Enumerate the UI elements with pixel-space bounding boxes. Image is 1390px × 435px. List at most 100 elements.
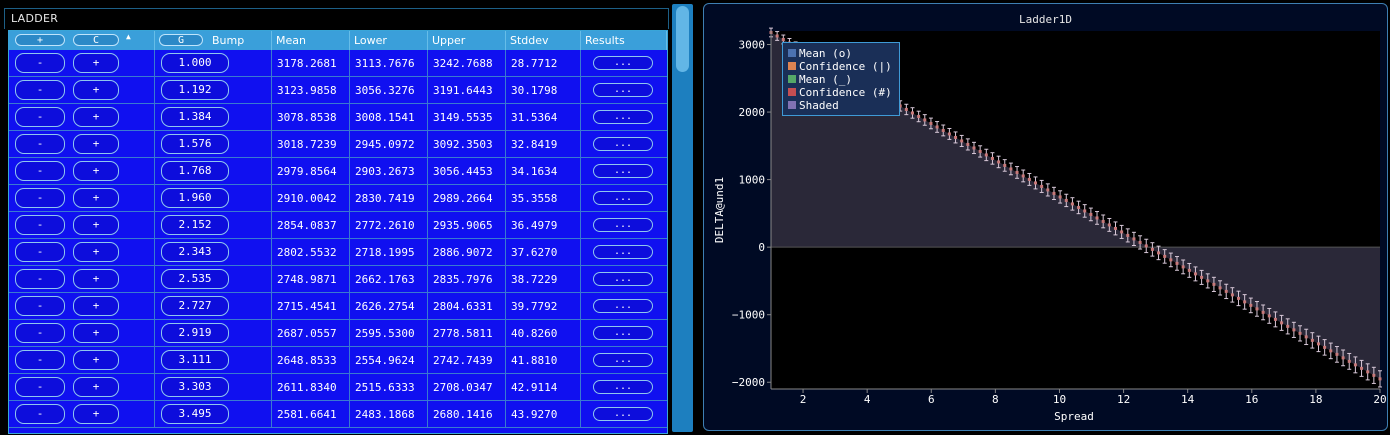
bump-input[interactable]: 3.303 <box>161 377 229 397</box>
mean-cell: 2748.9871 <box>272 266 350 293</box>
decrement-button[interactable]: - <box>15 404 65 424</box>
increment-button[interactable]: + <box>73 188 119 208</box>
bump-input[interactable]: 2.343 <box>161 242 229 262</box>
mean-marker <box>1224 289 1228 293</box>
results-button[interactable]: ... <box>593 137 653 151</box>
results-button[interactable]: ... <box>593 272 653 286</box>
header-mean[interactable]: Mean <box>272 31 350 50</box>
decrement-button[interactable]: - <box>15 242 65 262</box>
decrement-button[interactable]: - <box>15 107 65 127</box>
mean-marker <box>929 121 933 125</box>
bump-cell: 2.152 <box>155 212 272 239</box>
results-button[interactable]: ... <box>593 299 653 313</box>
legend-item[interactable]: Mean (o) <box>788 48 852 60</box>
sort-asc-icon[interactable]: ▲ <box>126 32 131 41</box>
add-all-button[interactable]: + <box>15 34 65 46</box>
bump-input[interactable]: 1.000 <box>161 53 229 73</box>
results-button[interactable]: ... <box>593 245 653 259</box>
increment-button[interactable]: + <box>73 134 119 154</box>
bump-input[interactable]: 1.576 <box>161 134 229 154</box>
clear-button[interactable]: C <box>73 34 119 46</box>
mean-marker <box>1230 293 1234 297</box>
header-results[interactable]: Results <box>581 31 667 50</box>
bump-input[interactable]: 2.727 <box>161 296 229 316</box>
decrement-button[interactable]: - <box>15 269 65 289</box>
increment-button[interactable]: + <box>73 80 119 100</box>
results-button[interactable]: ... <box>593 353 653 367</box>
decrement-button[interactable]: - <box>15 377 65 397</box>
decrement-button[interactable]: - <box>15 80 65 100</box>
header-stddev[interactable]: Stddev <box>506 31 581 50</box>
increment-button[interactable]: + <box>73 269 119 289</box>
table-row: - +2.535 2748.9871 2662.1763 2835.7976 38.722… <box>9 266 667 293</box>
header-lower[interactable]: Lower <box>350 31 428 50</box>
results-button[interactable]: ... <box>593 380 653 394</box>
decrement-button[interactable]: - <box>15 296 65 316</box>
lower-cell: 3056.3276 <box>350 77 428 104</box>
results-button[interactable]: ... <box>593 56 653 70</box>
increment-button[interactable]: + <box>73 296 119 316</box>
decrement-button[interactable]: - <box>15 215 65 235</box>
results-button[interactable]: ... <box>593 218 653 232</box>
vertical-scrollbar[interactable] <box>672 4 693 432</box>
mean-marker <box>1187 268 1191 272</box>
legend-item[interactable]: Confidence (|) <box>788 61 892 73</box>
bump-input[interactable]: 3.495 <box>161 404 229 424</box>
results-button[interactable]: ... <box>593 191 653 205</box>
mean-marker <box>1237 296 1241 300</box>
legend-item[interactable]: Confidence (#) <box>788 87 892 99</box>
header-upper[interactable]: Upper <box>428 31 506 50</box>
bump-input[interactable]: 1.192 <box>161 80 229 100</box>
stddev-value: 31.5364 <box>511 111 558 124</box>
decrement-button[interactable]: - <box>15 323 65 343</box>
bump-input[interactable]: 2.535 <box>161 269 229 289</box>
legend-item[interactable]: Mean (_) <box>788 74 852 86</box>
bump-input[interactable]: 1.384 <box>161 107 229 127</box>
decrement-button[interactable]: - <box>15 350 65 370</box>
increment-button[interactable]: + <box>73 107 119 127</box>
bump-cell: 1.960 <box>155 185 272 212</box>
decrement-button[interactable]: - <box>15 134 65 154</box>
bump-input[interactable]: 2.919 <box>161 323 229 343</box>
bump-input[interactable]: 3.111 <box>161 350 229 370</box>
legend[interactable]: Mean (o) Confidence (|) Mean (_) Confidence… <box>782 42 900 116</box>
mean-marker <box>1193 272 1197 276</box>
increment-button[interactable]: + <box>73 323 119 343</box>
scrollbar-thumb[interactable] <box>676 6 689 72</box>
decrement-button[interactable]: - <box>15 161 65 181</box>
mean-marker <box>1052 191 1056 195</box>
header-bump[interactable]: G Bump <box>155 31 272 50</box>
stddev-cell: 37.6270 <box>506 239 581 266</box>
increment-button[interactable]: + <box>73 350 119 370</box>
results-button[interactable]: ... <box>593 83 653 97</box>
bump-input[interactable]: 1.960 <box>161 188 229 208</box>
row-controls: - + <box>9 104 155 131</box>
y-tick-label: 2000 <box>739 106 766 119</box>
mean-marker <box>1126 233 1130 237</box>
legend-item[interactable]: Shaded <box>788 100 839 112</box>
decrement-button[interactable]: - <box>15 188 65 208</box>
lower-cell: 2718.1995 <box>350 239 428 266</box>
bump-input[interactable]: 1.768 <box>161 161 229 181</box>
table-row: - +1.960 2910.0042 2830.7419 2989.2664 35.355… <box>9 185 667 212</box>
mean-cell: 2802.5532 <box>272 239 350 266</box>
increment-button[interactable]: + <box>73 161 119 181</box>
results-button[interactable]: ... <box>593 326 653 340</box>
results-button[interactable]: ... <box>593 110 653 124</box>
table-row: - +2.152 2854.0837 2772.2610 2935.9065 36.497… <box>9 212 667 239</box>
increment-button[interactable]: + <box>73 377 119 397</box>
decrement-button[interactable]: - <box>15 53 65 73</box>
upper-value: 3191.6443 <box>433 84 493 97</box>
generate-button[interactable]: G <box>159 34 203 46</box>
mean-marker <box>1003 163 1007 167</box>
results-button[interactable]: ... <box>593 164 653 178</box>
upper-value: 3092.3503 <box>433 138 493 151</box>
increment-button[interactable]: + <box>73 215 119 235</box>
results-button[interactable]: ... <box>593 407 653 421</box>
bump-input[interactable]: 2.152 <box>161 215 229 235</box>
increment-button[interactable]: + <box>73 53 119 73</box>
table-row: - +2.343 2802.5532 2718.1995 2886.9072 37.627… <box>9 239 667 266</box>
increment-button[interactable]: + <box>73 242 119 262</box>
increment-button[interactable]: + <box>73 404 119 424</box>
results-cell: ... <box>581 77 667 104</box>
